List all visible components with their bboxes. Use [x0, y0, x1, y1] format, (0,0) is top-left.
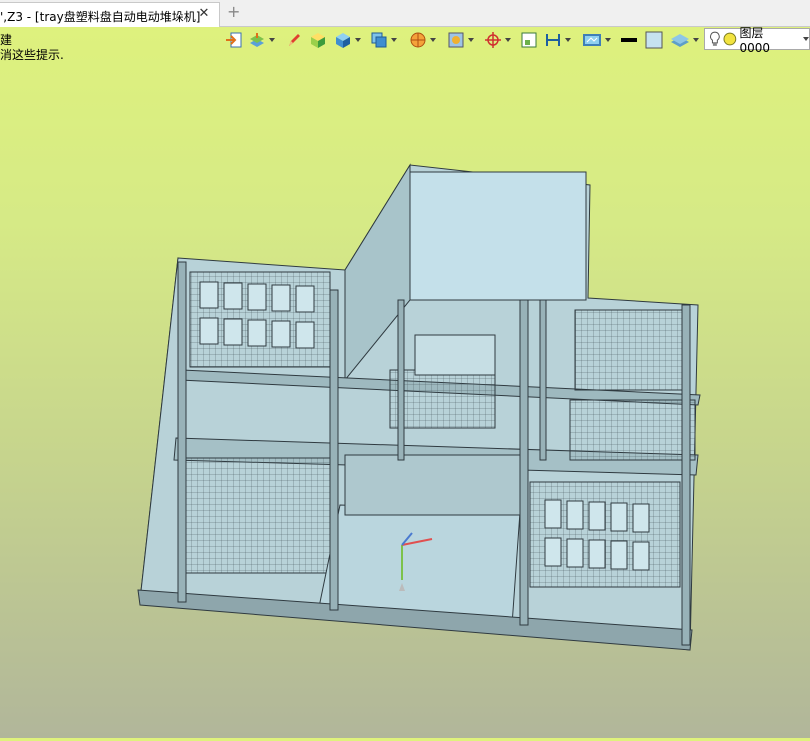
tab-bar: ',Z3 - [tray盘塑料盘自动电动堆垛机] ✕ +	[0, 0, 810, 27]
lightbulb-icon	[710, 31, 720, 46]
layer-select-value: 图层0000	[739, 25, 771, 55]
exit-icon[interactable]	[225, 29, 243, 51]
line-color-swatch[interactable]	[620, 29, 638, 51]
3d-viewport[interactable]	[0, 53, 810, 738]
solid-cube-icon[interactable]	[334, 29, 361, 51]
display-settings-icon[interactable]	[582, 29, 611, 51]
top-panel	[409, 171, 587, 301]
document-tab[interactable]: ',Z3 - [tray盘塑料盘自动电动堆垛机] ✕	[0, 2, 220, 27]
dimension-icon[interactable]	[544, 29, 571, 51]
shaded-cube-icon[interactable]	[309, 29, 327, 51]
face-color-swatch[interactable]	[645, 29, 663, 51]
close-tab-icon[interactable]: ✕	[197, 6, 211, 22]
center-control-panel	[344, 454, 521, 516]
pencil-icon[interactable]	[286, 29, 302, 51]
frame-view-icon[interactable]	[521, 29, 537, 51]
gantry-carriage	[389, 369, 496, 429]
assembly-model[interactable]	[0, 53, 810, 738]
new-tab-button[interactable]: +	[227, 3, 240, 21]
target-icon[interactable]	[484, 29, 511, 51]
line-color-fill	[621, 38, 637, 42]
tray-bay-upper-right	[574, 309, 686, 391]
render-sphere-icon[interactable]	[409, 29, 436, 51]
tray-bay-lower-right	[529, 481, 681, 588]
gripper-head	[414, 334, 496, 376]
view-toolbar: 图层0000	[222, 26, 810, 55]
tray-bay-mid-right	[569, 399, 696, 461]
chevron-down-icon[interactable]	[803, 37, 809, 41]
layers-toolbar-icon[interactable]	[248, 29, 275, 51]
axis-triad-icon	[399, 532, 433, 591]
layer-stack-icon[interactable]	[670, 29, 699, 51]
layer-select[interactable]: 图层0000	[704, 26, 810, 55]
texture-icon[interactable]	[447, 29, 474, 51]
document-tab-title: ',Z3 - [tray盘塑料盘自动电动堆垛机]	[0, 10, 201, 24]
layer-status-dot	[723, 32, 737, 46]
tray-bay-lower-left	[179, 457, 331, 574]
wireframe-cube-icon[interactable]	[370, 29, 397, 51]
